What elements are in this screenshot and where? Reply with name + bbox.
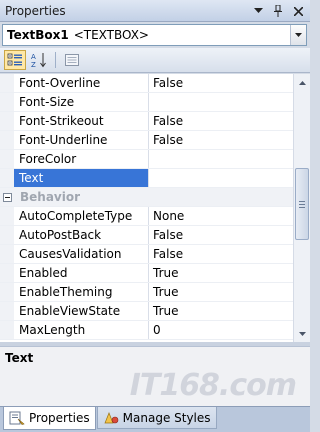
scroll-up-button[interactable] <box>294 74 310 91</box>
property-value[interactable] <box>149 93 293 111</box>
svg-text:Z: Z <box>31 61 36 68</box>
property-row-enabled[interactable]: Enabled True <box>0 264 293 283</box>
row-gutter <box>0 207 14 225</box>
row-gutter <box>0 131 14 149</box>
property-row-font-overline[interactable]: Font-Overline False <box>0 74 293 93</box>
property-row-enableviewstate[interactable]: EnableViewState True <box>0 302 293 321</box>
object-name: TextBox1 <box>7 28 69 42</box>
property-value[interactable]: False <box>149 245 293 263</box>
alphabetical-button[interactable]: A Z <box>28 50 50 70</box>
property-pages-icon <box>65 54 79 66</box>
property-value[interactable]: True <box>149 264 293 282</box>
property-row-font-strikeout[interactable]: Font-Strikeout False <box>0 112 293 131</box>
pin-icon <box>274 5 282 17</box>
title-buttons <box>250 3 306 19</box>
property-value[interactable]: None <box>149 207 293 225</box>
property-row-enabletheming[interactable]: EnableTheming True <box>0 283 293 302</box>
property-grid: Font-Overline False Font-Size Font-Strik… <box>0 74 293 342</box>
property-value[interactable]: False <box>149 112 293 130</box>
scroll-thumb[interactable] <box>295 168 309 240</box>
window-dropdown-button[interactable] <box>250 3 266 19</box>
collapse-icon[interactable] <box>2 192 12 202</box>
property-row-autocompletetype[interactable]: AutoCompleteType None <box>0 207 293 226</box>
close-button[interactable] <box>290 3 306 19</box>
property-value[interactable]: True <box>149 283 293 301</box>
bottom-tab-bar: Properties Manage Styles <box>0 406 310 432</box>
property-value[interactable]: True <box>149 302 293 320</box>
property-row-causesvalidation[interactable]: CausesValidation False <box>0 245 293 264</box>
row-gutter <box>0 169 14 187</box>
property-row-maxlength[interactable]: MaxLength 0 <box>0 321 293 340</box>
property-row-text[interactable]: Text <box>0 169 293 188</box>
row-gutter <box>0 226 14 244</box>
category-label: Behavior <box>20 190 81 204</box>
property-name: Font-Underline <box>14 131 149 149</box>
row-gutter <box>0 283 14 301</box>
scroll-down-button[interactable] <box>294 325 310 342</box>
row-gutter <box>0 93 14 111</box>
close-icon <box>293 6 303 16</box>
chevron-down-icon <box>295 33 302 37</box>
property-name: Enabled <box>14 264 149 282</box>
property-value[interactable]: False <box>149 74 293 92</box>
watermark-logo: IT168.com <box>129 368 297 403</box>
property-name: Font-Size <box>14 93 149 111</box>
property-row-forecolor[interactable]: ForeColor <box>0 150 293 169</box>
property-value[interactable] <box>149 169 293 187</box>
window-title: Properties <box>5 3 66 18</box>
property-row-autopostback[interactable]: AutoPostBack False <box>0 226 293 245</box>
row-gutter <box>0 245 14 263</box>
categorized-icon <box>7 53 22 66</box>
svg-text:A: A <box>31 53 36 61</box>
property-name: CausesValidation <box>14 245 149 263</box>
property-name: Font-Strikeout <box>14 112 149 130</box>
tab-manage-styles[interactable]: Manage Styles <box>96 407 217 429</box>
property-pages-button[interactable] <box>61 50 83 70</box>
category-row-behavior[interactable]: Behavior <box>0 188 293 207</box>
properties-toolbar: A Z <box>0 48 310 73</box>
property-value[interactable]: False <box>149 131 293 149</box>
property-value[interactable]: 0 <box>149 321 293 339</box>
property-name: Font-Overline <box>14 74 149 92</box>
row-gutter <box>0 321 14 339</box>
tab-label: Manage Styles <box>122 410 211 425</box>
property-name: ForeColor <box>14 150 149 168</box>
object-type: <TEXTBOX> <box>73 28 149 42</box>
row-gutter <box>0 188 14 206</box>
property-name: Text <box>14 169 149 187</box>
manage-styles-icon <box>104 411 118 423</box>
arrow-up-icon <box>298 80 306 85</box>
toolbar-separator <box>55 52 56 68</box>
object-selector-dropdown[interactable]: TextBox1 <TEXTBOX> <box>2 24 307 46</box>
row-gutter <box>0 112 14 130</box>
row-gutter <box>0 150 14 168</box>
properties-icon <box>9 411 25 425</box>
alphabetical-icon: A Z <box>31 53 46 68</box>
row-gutter <box>0 74 14 92</box>
tab-label: Properties <box>29 411 90 425</box>
description-title: Text <box>5 351 34 365</box>
row-gutter <box>0 302 14 320</box>
property-name: AutoCompleteType <box>14 207 149 225</box>
row-gutter <box>0 264 14 282</box>
property-value[interactable] <box>149 150 293 168</box>
property-name: EnableTheming <box>14 283 149 301</box>
object-selector-arrow-button[interactable] <box>290 25 306 45</box>
tab-properties[interactable]: Properties <box>3 407 96 430</box>
property-name: MaxLength <box>14 321 149 339</box>
auto-hide-button[interactable] <box>270 3 286 19</box>
title-bar: Properties <box>0 0 310 22</box>
property-name: AutoPostBack <box>14 226 149 244</box>
arrow-down-icon <box>298 331 306 336</box>
grid-vertical-scrollbar[interactable] <box>293 74 310 342</box>
categorized-button[interactable] <box>4 50 26 70</box>
chevron-down-icon <box>253 8 263 13</box>
property-name: EnableViewState <box>14 302 149 320</box>
property-value[interactable]: False <box>149 226 293 244</box>
property-row-font-size[interactable]: Font-Size <box>0 93 293 112</box>
grip-icon <box>299 200 305 208</box>
property-row-font-underline[interactable]: Font-Underline False <box>0 131 293 150</box>
